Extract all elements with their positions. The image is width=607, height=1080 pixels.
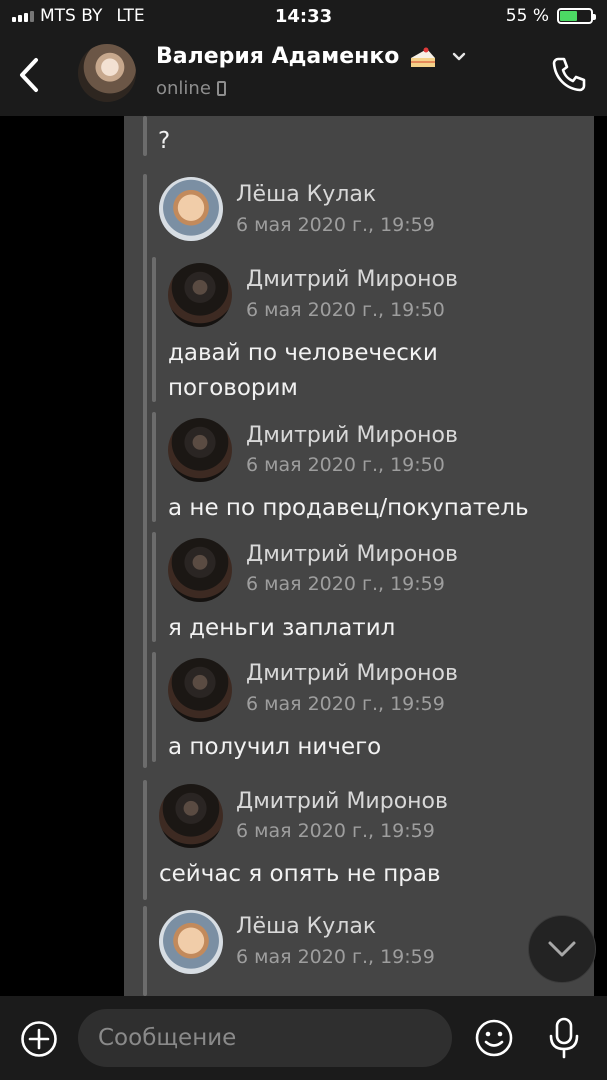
contact-avatar[interactable] — [78, 44, 136, 102]
scroll-to-bottom-button[interactable] — [528, 915, 596, 983]
quote-rule — [152, 257, 156, 402]
quote-rule — [152, 412, 156, 522]
message-text: поговорим — [168, 375, 298, 401]
message-text: я деньги заплатил — [168, 615, 396, 641]
quote-rule — [143, 116, 147, 156]
chevron-down-icon — [548, 941, 576, 957]
avatar[interactable] — [168, 263, 232, 327]
avatar[interactable] — [168, 418, 232, 482]
status-bar: MTS BY LTE 14:33 55 % — [0, 0, 607, 34]
cake-icon — [411, 47, 436, 67]
sender-name[interactable]: Лёша Кулак — [236, 182, 376, 207]
message-date: 6 мая 2020 г., 19:59 — [236, 820, 435, 842]
message-date: 6 мая 2020 г., 19:59 — [236, 946, 435, 968]
battery-icon — [557, 8, 596, 24]
quote-rule — [152, 532, 156, 642]
avatar[interactable] — [168, 538, 232, 602]
quote-rule — [143, 780, 147, 900]
avatar[interactable] — [159, 784, 223, 848]
quote-rule — [143, 174, 147, 768]
microphone-icon — [549, 1017, 579, 1059]
message-text: давай по человечески — [168, 340, 438, 366]
battery-percent: 55 % — [505, 6, 549, 26]
message-text: сейчас я опять не прав — [159, 861, 441, 887]
message-text: ? — [158, 128, 171, 154]
chat-screen: MTS BY LTE 14:33 55 % Валерия Адаменко o… — [0, 0, 607, 1080]
sender-name[interactable]: Дмитрий Миронов — [236, 789, 448, 814]
plus-icon — [21, 1021, 57, 1057]
sender-name[interactable]: Дмитрий Миронов — [246, 423, 458, 448]
message-date: 6 мая 2020 г., 19:50 — [246, 454, 445, 476]
message-date: 6 мая 2020 г., 19:59 — [246, 573, 445, 595]
sender-name[interactable]: Лёша Кулак — [236, 914, 376, 939]
sender-name[interactable]: Дмитрий Миронов — [246, 661, 458, 686]
sender-name[interactable]: Дмитрий Миронов — [246, 542, 458, 567]
chat-header: Валерия Адаменко online — [0, 34, 607, 116]
call-button[interactable] — [549, 54, 589, 94]
message-date: 6 мая 2020 г., 19:59 — [236, 214, 435, 236]
message-text: а получил ничего — [168, 734, 382, 760]
attach-button[interactable] — [20, 1020, 58, 1058]
emoji-button[interactable] — [474, 1018, 514, 1058]
message-date: 6 мая 2020 г., 19:50 — [246, 299, 445, 321]
avatar[interactable] — [168, 658, 232, 722]
presence-status: online — [156, 78, 211, 99]
quote-rule — [143, 906, 147, 996]
message-composer — [0, 996, 607, 1080]
back-button[interactable] — [12, 54, 48, 96]
contact-name[interactable]: Валерия Адаменко — [156, 44, 399, 69]
message-text: а не по продавец/покупатель — [168, 495, 529, 521]
phone-icon — [552, 57, 586, 92]
sender-name[interactable]: Дмитрий Миронов — [246, 267, 458, 292]
mobile-device-icon — [216, 81, 226, 96]
message-input[interactable] — [78, 1009, 452, 1067]
voice-message-button[interactable] — [546, 1016, 582, 1060]
back-icon — [20, 58, 38, 92]
message-list[interactable]: ? Лёша Кулак 6 мая 2020 г., 19:59 Дмитри… — [0, 116, 607, 996]
avatar[interactable] — [159, 177, 223, 241]
avatar[interactable] — [159, 910, 223, 974]
emoji-icon — [475, 1019, 513, 1057]
message-date: 6 мая 2020 г., 19:59 — [246, 693, 445, 715]
chevron-down-icon[interactable] — [451, 49, 467, 65]
quote-rule — [152, 652, 156, 762]
